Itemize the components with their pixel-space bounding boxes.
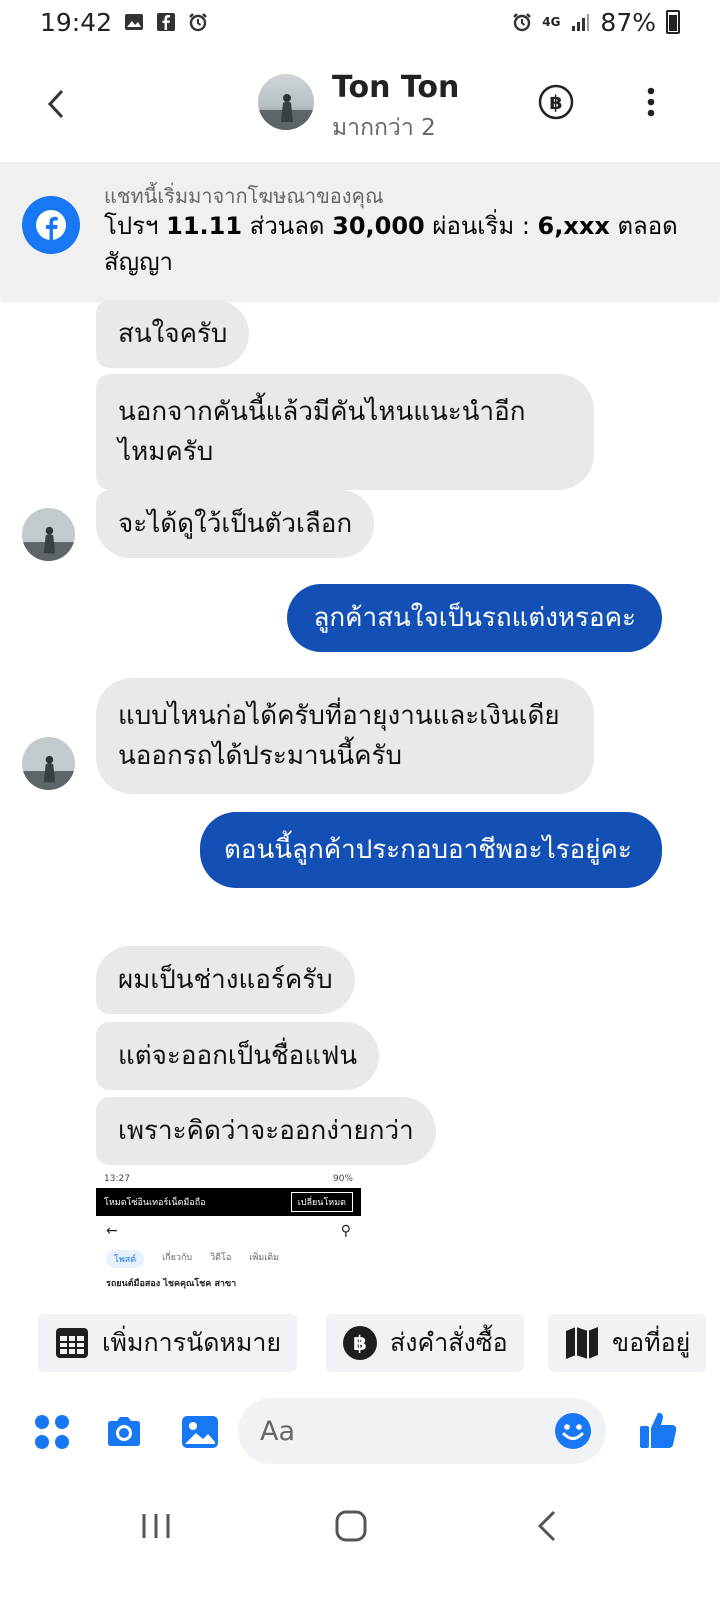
message-bubble-outgoing[interactable]: ลูกค้าสนใจเป็นรถแต่งหรอคะ <box>287 584 662 652</box>
message-bubble-incoming[interactable]: จะได้ดูใว้เป็นตัวเลือก <box>96 490 375 558</box>
message-bubble-incoming[interactable]: สนใจครับ <box>96 300 250 368</box>
arrow-left-icon: ← <box>106 1223 118 1239</box>
svg-text:฿: ฿ <box>353 1331 367 1355</box>
message-input[interactable]: Aa <box>238 1398 606 1464</box>
battery-icon <box>666 10 680 34</box>
home-icon[interactable] <box>331 1506 371 1546</box>
avatar[interactable] <box>22 737 75 790</box>
camera-icon[interactable] <box>104 1412 144 1452</box>
facebook-logo-icon <box>22 196 80 254</box>
ad-text: โปรฯ 11.11 ส่วนลด 30,000 ผ่อนเริ่ม : 6,x… <box>104 212 678 276</box>
avatar[interactable] <box>22 508 75 561</box>
payment-button[interactable]: ฿ <box>536 82 576 122</box>
message-bubble-incoming[interactable]: แบบไหนก่อได้ครับที่อายุงานและเงินเดียนออ… <box>96 678 594 794</box>
chevron-left-icon <box>47 89 64 119</box>
menu-apps-icon[interactable] <box>32 1412 72 1452</box>
profile-photo <box>258 74 314 130</box>
shared-image[interactable]: 13:27 90% โหมดโซ่อินเทอร์เน็ตมือถือ เปลี่ย… <box>96 1170 361 1305</box>
thumbs-up-icon[interactable] <box>636 1408 680 1452</box>
clock: 19:42 <box>40 7 113 37</box>
status-bar: 19:42 4G 87% <box>0 0 720 44</box>
recent-apps-icon[interactable] <box>136 1506 176 1546</box>
alarm-icon <box>189 13 207 32</box>
baht-icon: ฿ <box>343 1326 377 1360</box>
signal-icon <box>572 14 590 31</box>
battery-percent: 87% <box>600 7 656 37</box>
more-vertical-icon <box>647 87 655 117</box>
avatar[interactable] <box>258 74 314 130</box>
facebook-notification-icon <box>157 13 176 31</box>
message-composer: Aa <box>0 1398 720 1468</box>
message-bubble-incoming[interactable]: ผมเป็นช่างแอร์ครับ <box>96 946 355 1014</box>
quick-replies: เพิ่มการนัดหมาย ฿ ส่งคำสั่งซื้อ ขอที่อยู… <box>0 1314 720 1374</box>
calendar-icon <box>56 1328 88 1358</box>
ad-origin-banner[interactable]: แชทนี้เริ่มมาจากโฆษณาของคุณ โปรฯ 11.11 ส… <box>0 162 720 300</box>
contact-name: Ton Ton <box>332 70 460 105</box>
search-icon: ⚲ <box>340 1223 351 1239</box>
alarm-icon <box>513 13 532 32</box>
back-button[interactable] <box>34 82 78 126</box>
add-appointment-button[interactable]: เพิ่มการนัดหมาย <box>38 1314 298 1372</box>
chat-header: Ton Ton มากกว่า 2 ฿ <box>0 60 720 150</box>
contact-subtitle: มากกว่า 2 <box>332 115 436 141</box>
back-nav-icon[interactable] <box>528 1506 568 1546</box>
message-bubble-incoming[interactable]: นอกจากคันนี้แล้วมีคันไหนแนะนำอีกไหมครับ <box>96 374 594 490</box>
image-icon[interactable] <box>180 1412 220 1452</box>
network-type: 4G <box>542 15 561 29</box>
send-order-button[interactable]: ฿ ส่งคำสั่งซื้อ <box>326 1314 524 1372</box>
more-options-button[interactable] <box>636 82 666 122</box>
svg-text:฿: ฿ <box>549 92 562 114</box>
request-address-button[interactable]: ขอที่อยู่ <box>548 1314 707 1372</box>
baht-icon: ฿ <box>538 84 574 120</box>
gallery-icon <box>125 14 144 30</box>
system-navigation-bar <box>0 1490 720 1560</box>
message-bubble-outgoing[interactable]: ตอนนี้ลูกค้าประกอบอาชีพอะไรอยู่คะ <box>200 812 662 888</box>
map-icon <box>566 1327 598 1359</box>
message-bubble-incoming[interactable]: แต่จะออกเป็นชื่อแฟน <box>96 1022 380 1090</box>
emoji-icon[interactable] <box>554 1412 592 1450</box>
message-bubble-incoming[interactable]: เพราะคิดว่าจะออกง่ายกว่า <box>96 1097 436 1165</box>
